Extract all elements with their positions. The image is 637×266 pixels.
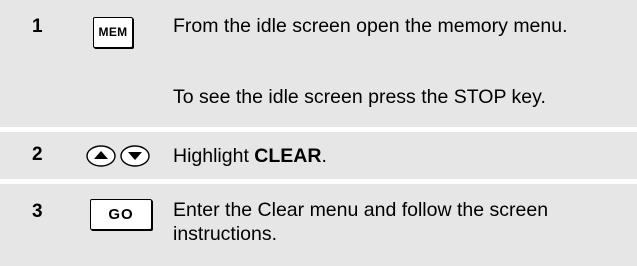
step-number: 3	[32, 201, 43, 222]
step-text-line: From the idle screen open the memory men…	[173, 15, 568, 37]
down-arrow-key-icon	[120, 145, 150, 167]
step-text: Highlight	[173, 145, 255, 167]
up-down-arrow-keys-icon	[86, 145, 150, 167]
step-row-3: 3 GO Enter the Clear menu and follow the…	[0, 184, 637, 266]
up-arrow-key-icon	[86, 145, 116, 167]
step-text: .	[321, 145, 327, 167]
step-note: To see the idle screen press the STOP ke…	[173, 86, 546, 108]
step-description: Highlight CLEAR.	[173, 144, 623, 168]
step-description: From the idle screen open the memory men…	[173, 14, 623, 38]
step-description: Enter the Clear menu and follow the scre…	[173, 198, 623, 246]
mem-key-icon: MEM	[93, 17, 133, 48]
step-text-line: Enter the Clear menu and follow the scre…	[173, 199, 549, 245]
go-key-icon: GO	[90, 199, 152, 230]
step-row-2: 2 Highlight CLEAR.	[0, 132, 637, 179]
step-text-bold: CLEAR	[254, 145, 322, 167]
step-number: 1	[32, 16, 43, 37]
step-number: 2	[32, 144, 43, 165]
